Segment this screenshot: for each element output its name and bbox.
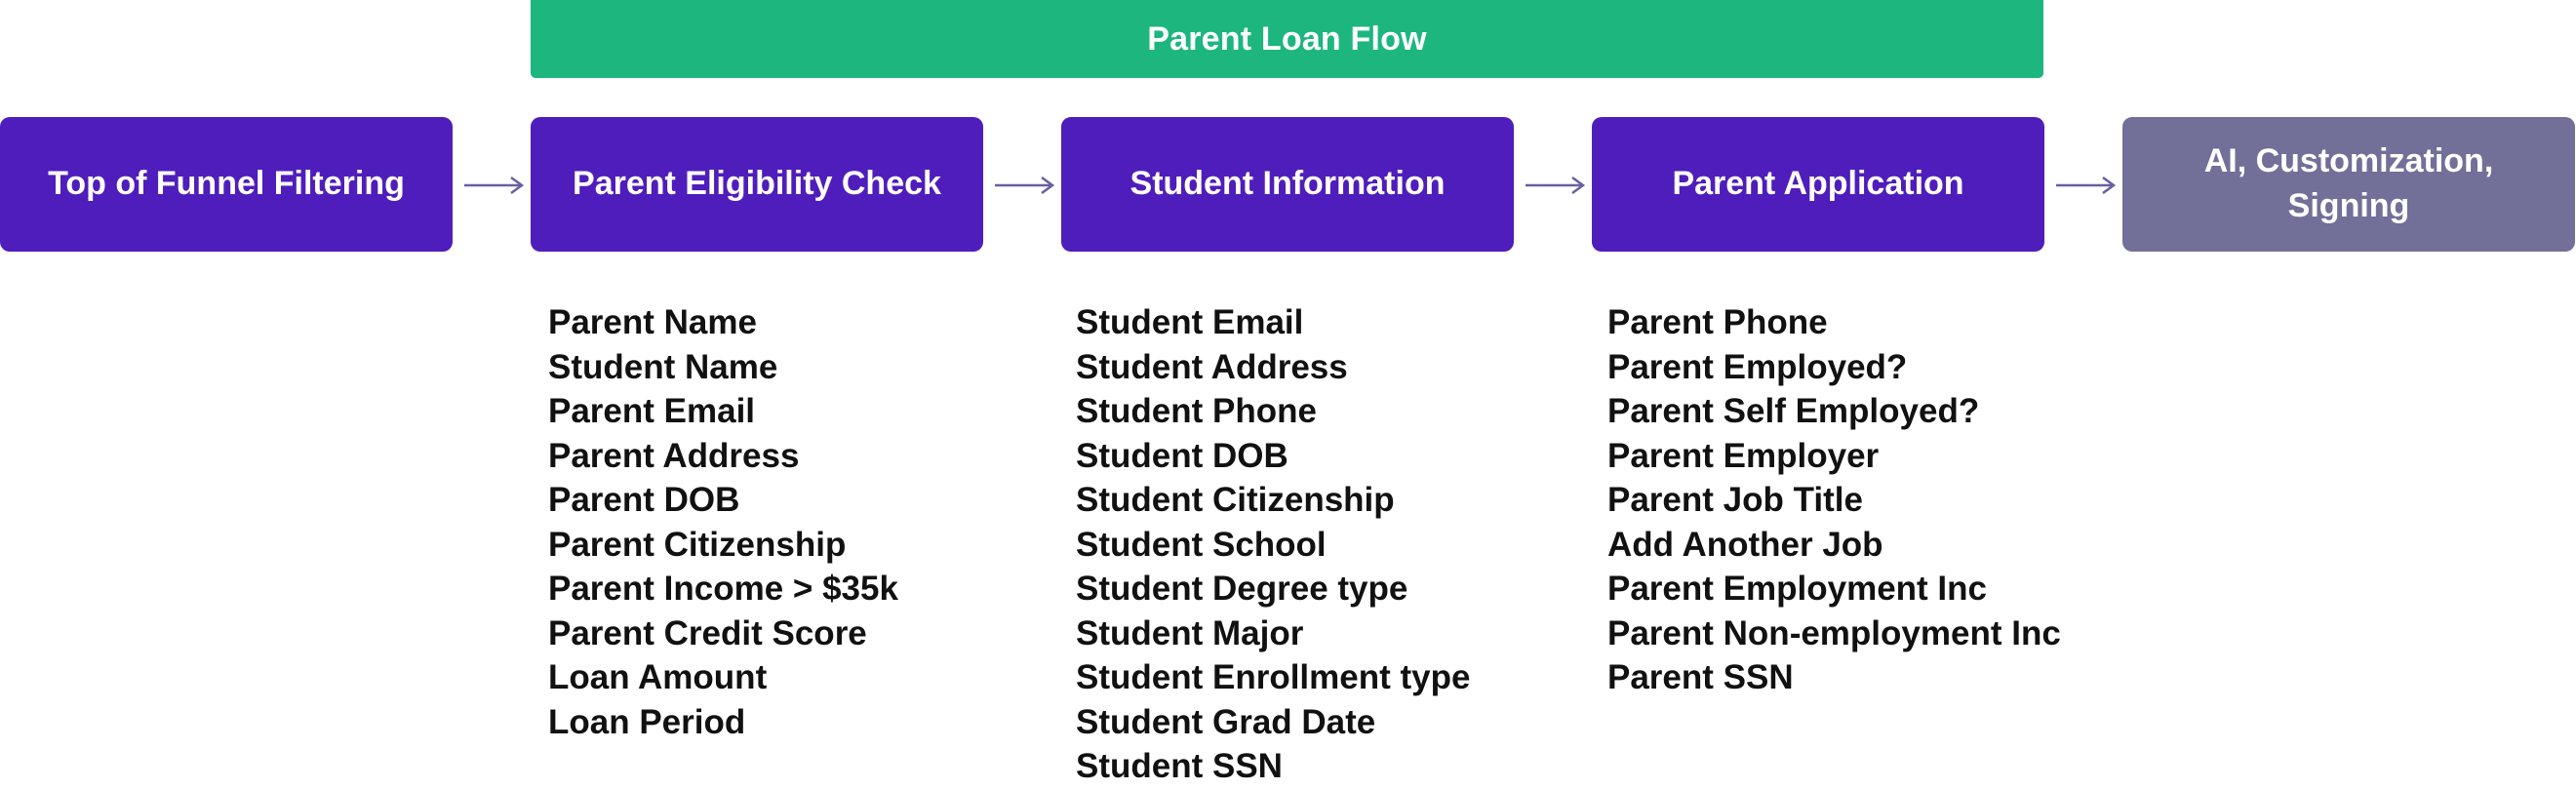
list-item: Parent Address — [548, 436, 800, 475]
step-label: Parent Eligibility Check — [573, 165, 941, 203]
list-item: Student Grad Date — [1076, 702, 1376, 741]
list-item: Student Name — [548, 347, 778, 386]
list-item: Student Major — [1076, 613, 1304, 652]
parent-eligibility-fields-list: Parent Name Student Name Parent Email Pa… — [548, 300, 898, 744]
arrow-icon — [1524, 176, 1586, 195]
student-information-fields-list: Student Email Student Address Student Ph… — [1076, 300, 1470, 789]
arrow-icon — [993, 176, 1055, 195]
step-label: Student Information — [1129, 165, 1446, 203]
list-item: Parent Non-employment Inc — [1607, 613, 2061, 652]
list-item: Parent Employer — [1607, 436, 1880, 475]
list-item: Student DOB — [1076, 436, 1288, 475]
flow-title-banner: Parent Loan Flow — [531, 0, 2043, 78]
step-top-of-funnel-filtering: Top of Funnel Filtering — [0, 117, 453, 252]
list-item: Parent Job Title — [1607, 481, 1863, 519]
list-item: Parent Phone — [1607, 303, 1828, 341]
list-item: Add Another Job — [1607, 525, 1883, 564]
list-item: Student SSN — [1076, 747, 1283, 785]
step-label: AI, Customization, Signing — [2203, 142, 2494, 224]
arrow-icon — [2054, 176, 2117, 195]
parent-application-fields-list: Parent Phone Parent Employed? Parent Sel… — [1607, 300, 2061, 700]
step-student-information: Student Information — [1061, 117, 1514, 252]
list-item: Student Degree type — [1076, 570, 1408, 608]
list-item: Parent Credit Score — [548, 613, 867, 652]
step-parent-eligibility-check: Parent Eligibility Check — [531, 117, 983, 252]
list-item: Parent Employed? — [1607, 347, 1908, 386]
list-item: Student School — [1076, 525, 1327, 564]
list-item: Parent Name — [548, 303, 757, 341]
list-item: Parent Income > $35k — [548, 570, 898, 608]
arrow-icon — [462, 176, 525, 195]
list-item: Parent Employment Inc — [1607, 570, 1987, 608]
list-item: Student Address — [1076, 347, 1348, 386]
list-item: Student Enrollment type — [1076, 658, 1471, 696]
list-item: Parent Email — [548, 392, 756, 430]
list-item: Loan Period — [548, 702, 746, 741]
list-item: Student Citizenship — [1076, 481, 1395, 519]
list-item: Parent Self Employed? — [1607, 392, 1980, 430]
step-parent-application: Parent Application — [1592, 117, 2044, 252]
list-item: Student Email — [1076, 303, 1304, 341]
list-item: Parent SSN — [1607, 658, 1794, 696]
step-label: Top of Funnel Filtering — [48, 165, 405, 203]
flow-title: Parent Loan Flow — [1147, 20, 1427, 58]
step-ai-customization-signing: AI, Customization, Signing — [2122, 117, 2575, 252]
step-label: Parent Application — [1672, 165, 1964, 203]
list-item: Parent Citizenship — [548, 525, 847, 564]
list-item: Student Phone — [1076, 392, 1317, 430]
list-item: Loan Amount — [548, 658, 768, 696]
list-item: Parent DOB — [548, 481, 740, 519]
